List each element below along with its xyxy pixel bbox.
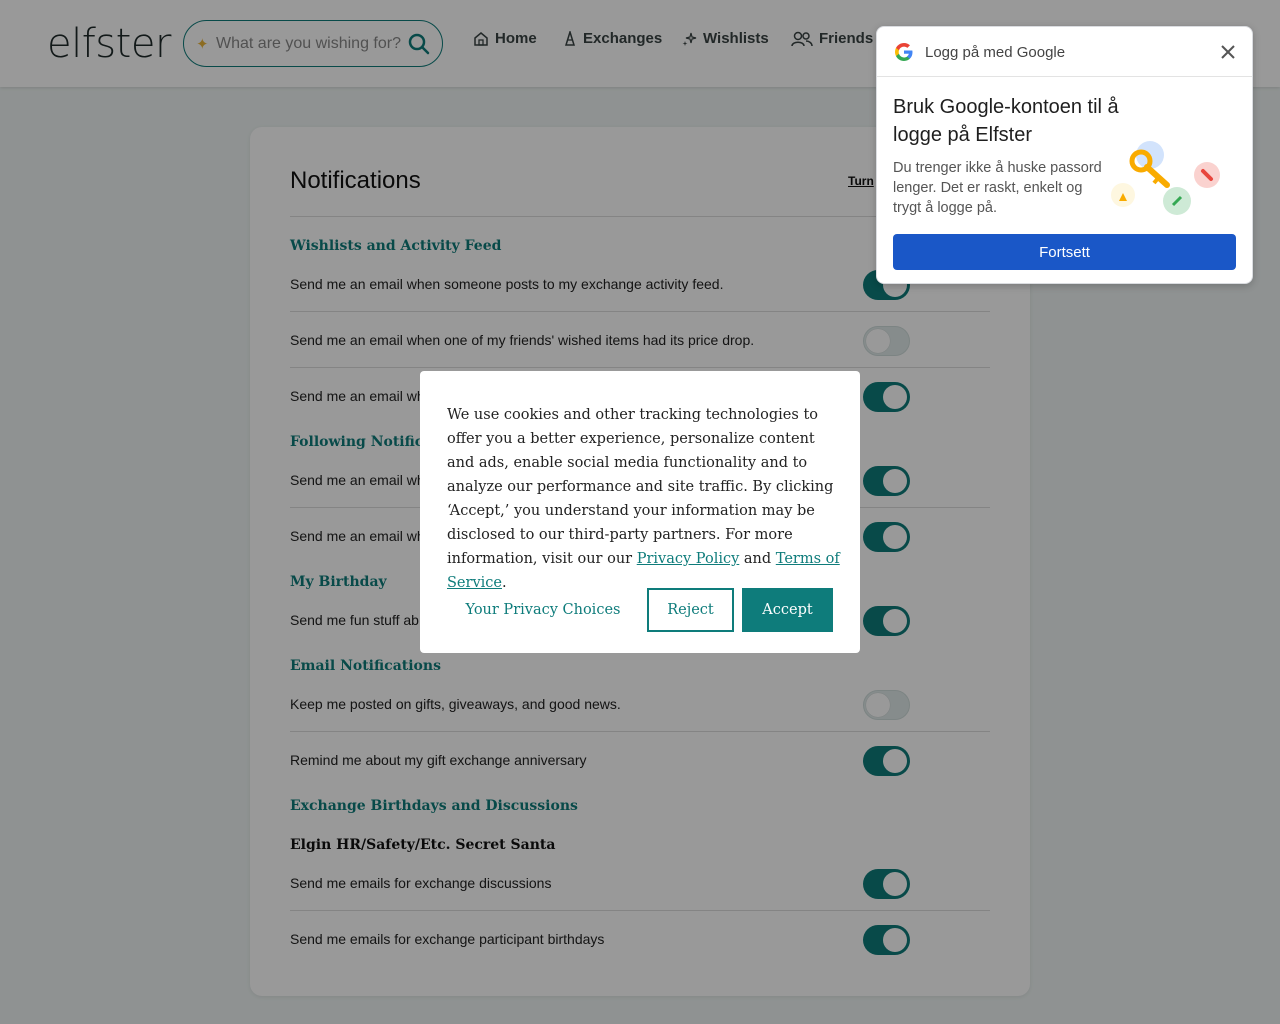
google-popup-body: Du trenger ikke å huske passord lenger. … [893,160,1102,216]
privacy-choices-button[interactable]: Your Privacy Choices [460,588,626,632]
google-popup-header-text: Logg på med Google [925,44,1066,61]
close-icon[interactable] [1219,43,1237,66]
key-illustration-icon [1105,135,1230,225]
cookie-and: and [743,551,772,567]
cookie-text: We use cookies and other tracking techno… [447,407,834,567]
google-popup-header: Logg på med Google [877,27,1252,77]
privacy-policy-link[interactable]: Privacy Policy [637,551,740,567]
accept-button[interactable]: Accept [742,588,833,632]
cookie-message: We use cookies and other tracking techno… [447,403,842,595]
google-logo-icon [894,42,914,67]
cookie-consent-dialog: We use cookies and other tracking techno… [420,371,860,653]
continue-button[interactable]: Fortsett [893,234,1236,270]
reject-button[interactable]: Reject [647,588,734,632]
google-signin-popup: Logg på med Google Bruk Google-kontoen t… [876,26,1253,284]
